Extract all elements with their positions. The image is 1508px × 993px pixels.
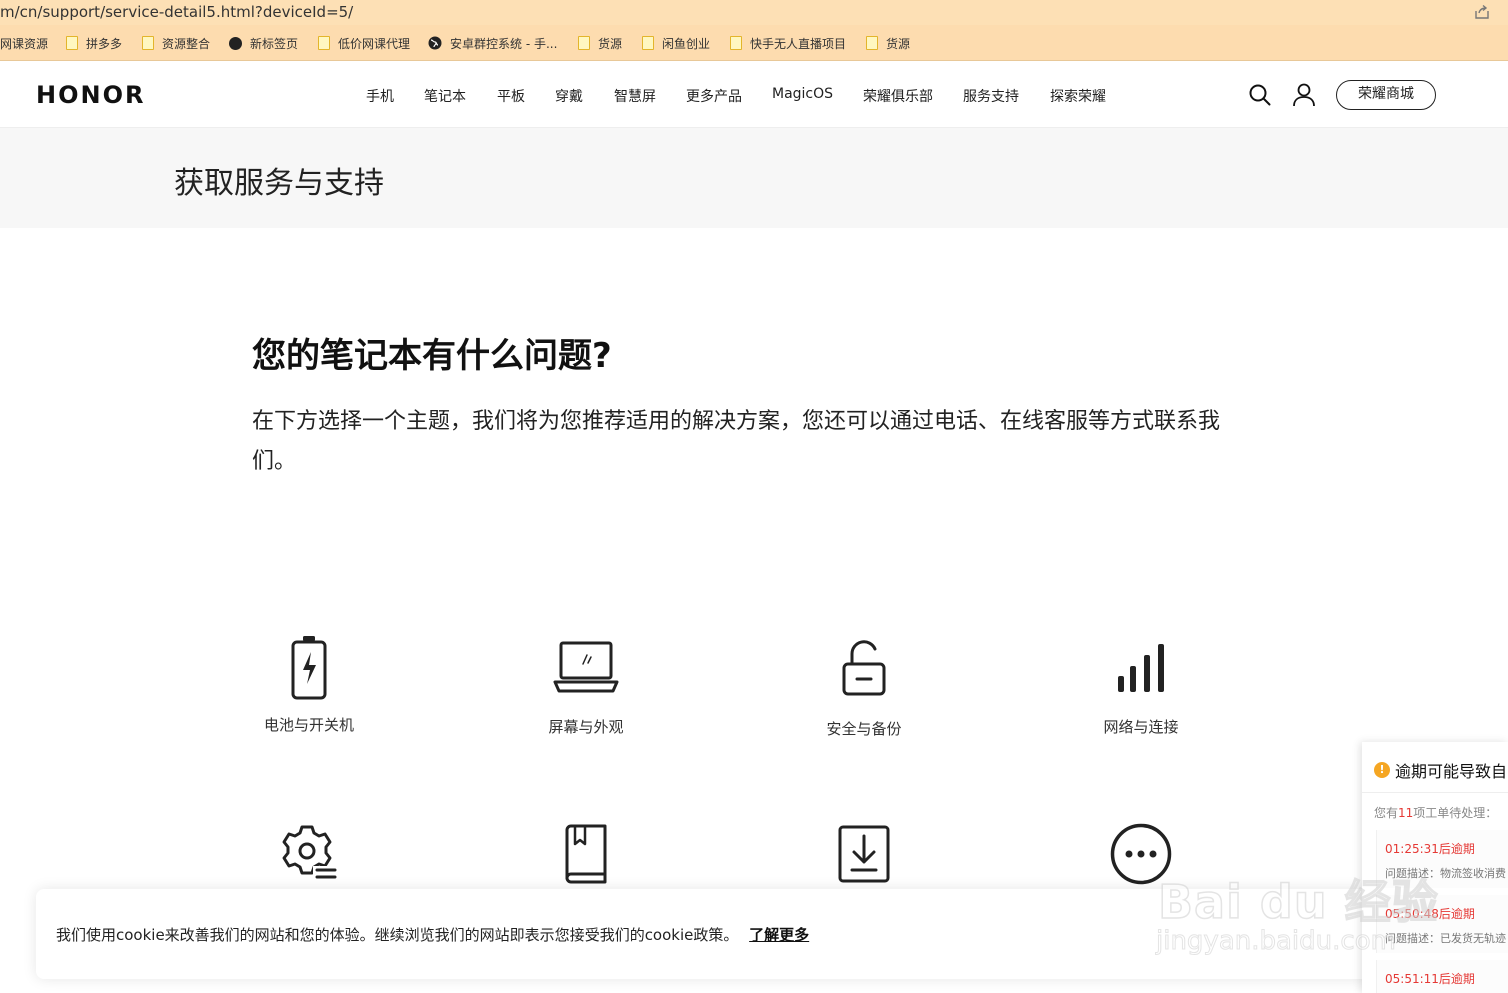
nav-item-wearables[interactable]: 穿戴 [555, 86, 583, 106]
pending-count: 11 [1398, 806, 1414, 820]
category-security-backup[interactable]: 安全与备份 [774, 638, 954, 739]
nav-item-club[interactable]: 荣耀俱乐部 [863, 86, 933, 106]
category-label: 网络与连接 [1103, 718, 1179, 736]
category-settings[interactable] [219, 822, 399, 896]
ticket-description: 问题描述：物流签收消费 [1385, 867, 1506, 880]
question-description: 在下方选择一个主题，我们将为您推荐适用的解决方案，您还可以通过电话、在线客服等方… [252, 409, 1221, 474]
category-label: 屏幕与外观 [548, 718, 624, 736]
bookmark-item[interactable]: 网课资源 [0, 34, 48, 52]
bookmark-label: 资源整合 [162, 36, 211, 51]
warning-icon: ! [1374, 762, 1390, 778]
cookie-text: 我们使用cookie来改善我们的网站和您的体验。继续浏览我们的网站即表示您接受我… [56, 926, 739, 944]
question-heading: 您的笔记本有什么问题? [252, 336, 612, 376]
bookmark-label: 新标签页 [250, 36, 299, 51]
ticket-deadline: 05:50:48后逾期 [1385, 907, 1475, 921]
user-icon[interactable] [1292, 82, 1316, 112]
bookmark-label: 快手无人直播项目 [750, 36, 847, 51]
bookmark-label: 闲鱼创业 [662, 36, 711, 51]
download-icon [838, 825, 890, 883]
category-label: 电池与开关机 [263, 716, 354, 734]
ticket-deadline: 01:25:31后逾期 [1385, 842, 1475, 856]
bookmark-item[interactable]: 货源 [866, 34, 910, 52]
manual-book-icon [565, 824, 607, 884]
notification-summary: 您有11项工单待处理： [1374, 804, 1497, 821]
search-icon[interactable] [1248, 83, 1272, 111]
folder-icon [578, 36, 590, 50]
category-download[interactable] [774, 824, 954, 898]
battery-icon [291, 636, 327, 700]
cookie-message: 我们使用cookie来改善我们的网站和您的体验。继续浏览我们的网站即表示您接受我… [56, 924, 809, 945]
honor-logo[interactable]: HONOR [36, 81, 145, 109]
nav-item-support[interactable]: 服务支持 [963, 86, 1019, 106]
globe-icon [428, 36, 442, 50]
folder-icon [142, 36, 154, 50]
ticket-item[interactable]: 01:25:31后逾期 问题描述：物流签收消费 [1376, 830, 1508, 888]
bookmark-item[interactable]: 安卓群控系统 - 手... [428, 34, 557, 52]
learn-more-link[interactable]: 了解更多 [749, 926, 809, 944]
url-text[interactable]: m/cn/support/service-detail5.html?device… [0, 3, 353, 21]
dot-icon [229, 36, 242, 50]
nav-item-phone[interactable]: 手机 [366, 86, 394, 106]
bookmark-item[interactable]: 新标签页 [229, 34, 298, 52]
nav-item-magicos[interactable]: MagicOS [772, 86, 833, 102]
folder-icon [66, 36, 78, 50]
ticket-description: 问题描述：已发货无轨迹 [1385, 932, 1506, 945]
ticket-item[interactable]: 05:51:11后逾期 [1376, 960, 1508, 993]
bookmark-label: 低价网课代理 [338, 36, 411, 51]
bookmark-label: 货源 [598, 36, 623, 51]
folder-icon [730, 36, 742, 50]
share-icon[interactable] [1474, 4, 1490, 24]
category-label: 安全与备份 [826, 720, 902, 738]
bookmark-item[interactable]: 拼多多 [66, 34, 122, 52]
settings-gear-icon [282, 825, 337, 880]
more-icon [1110, 823, 1172, 885]
nav-item-smart-screen[interactable]: 智慧屏 [614, 86, 656, 106]
folder-icon [642, 36, 654, 50]
divider [1362, 792, 1508, 793]
bookmark-item[interactable]: 低价网课代理 [318, 34, 410, 52]
site-header: HONOR 手机 笔记本 平板 穿戴 智慧屏 更多产品 MagicOS 荣耀俱乐… [0, 62, 1508, 128]
signal-icon [1118, 644, 1164, 692]
bookmark-label: 安卓群控系统 - 手... [450, 36, 558, 51]
unlock-icon [842, 640, 886, 696]
notification-header: ! 逾期可能导致自 [1374, 758, 1507, 782]
category-battery-power[interactable]: 电池与开关机 [219, 634, 399, 735]
address-bar[interactable]: m/cn/support/service-detail5.html?device… [0, 0, 1508, 25]
ticket-deadline: 05:51:11后逾期 [1385, 972, 1475, 986]
category-screen-appearance[interactable]: 屏幕与外观 [496, 640, 676, 737]
category-network-connection[interactable]: 网络与连接 [1051, 642, 1231, 737]
bookmark-item[interactable]: 资源整合 [142, 34, 210, 52]
bookmark-item[interactable]: 闲鱼创业 [642, 34, 710, 52]
folder-icon [318, 36, 330, 50]
bookmark-label: 货源 [886, 36, 911, 51]
folder-icon [866, 36, 878, 50]
nav-item-tablet[interactable]: 平板 [497, 86, 525, 106]
bookmark-item[interactable]: 快手无人直播项目 [730, 34, 846, 52]
bookmark-item[interactable]: 货源 [578, 34, 622, 52]
honor-store-button[interactable]: 荣耀商城 [1336, 80, 1436, 110]
bookmark-label: 拼多多 [86, 36, 123, 51]
cookie-banner: 我们使用cookie来改善我们的网站和您的体验。继续浏览我们的网站即表示您接受我… [36, 889, 1372, 979]
category-manual[interactable] [496, 824, 676, 898]
summary-suffix: 项工单待处理： [1413, 806, 1498, 820]
laptop-icon [553, 641, 619, 693]
title-band: 获取服务与支持 [0, 128, 1508, 228]
summary-prefix: 您有 [1374, 806, 1399, 820]
ticket-item[interactable]: 05:50:48后逾期 问题描述：已发货无轨迹 [1376, 895, 1508, 953]
nav-item-explore[interactable]: 探索荣耀 [1050, 86, 1106, 106]
notification-title: 逾期可能导致自 [1395, 762, 1508, 781]
nav-item-laptop[interactable]: 笔记本 [424, 86, 466, 106]
bookmarks-bar: 网课资源 拼多多 资源整合 新标签页 低价网课代理 安卓群控系统 - 手... … [0, 25, 1508, 61]
ticket-notification-panel[interactable]: ! 逾期可能导致自 您有11项工单待处理： 01:25:31后逾期 问题描述：物… [1362, 742, 1508, 993]
page-title: 获取服务与支持 [174, 166, 384, 201]
bookmark-label: 网课资源 [0, 36, 49, 51]
nav-item-more-products[interactable]: 更多产品 [686, 86, 742, 106]
